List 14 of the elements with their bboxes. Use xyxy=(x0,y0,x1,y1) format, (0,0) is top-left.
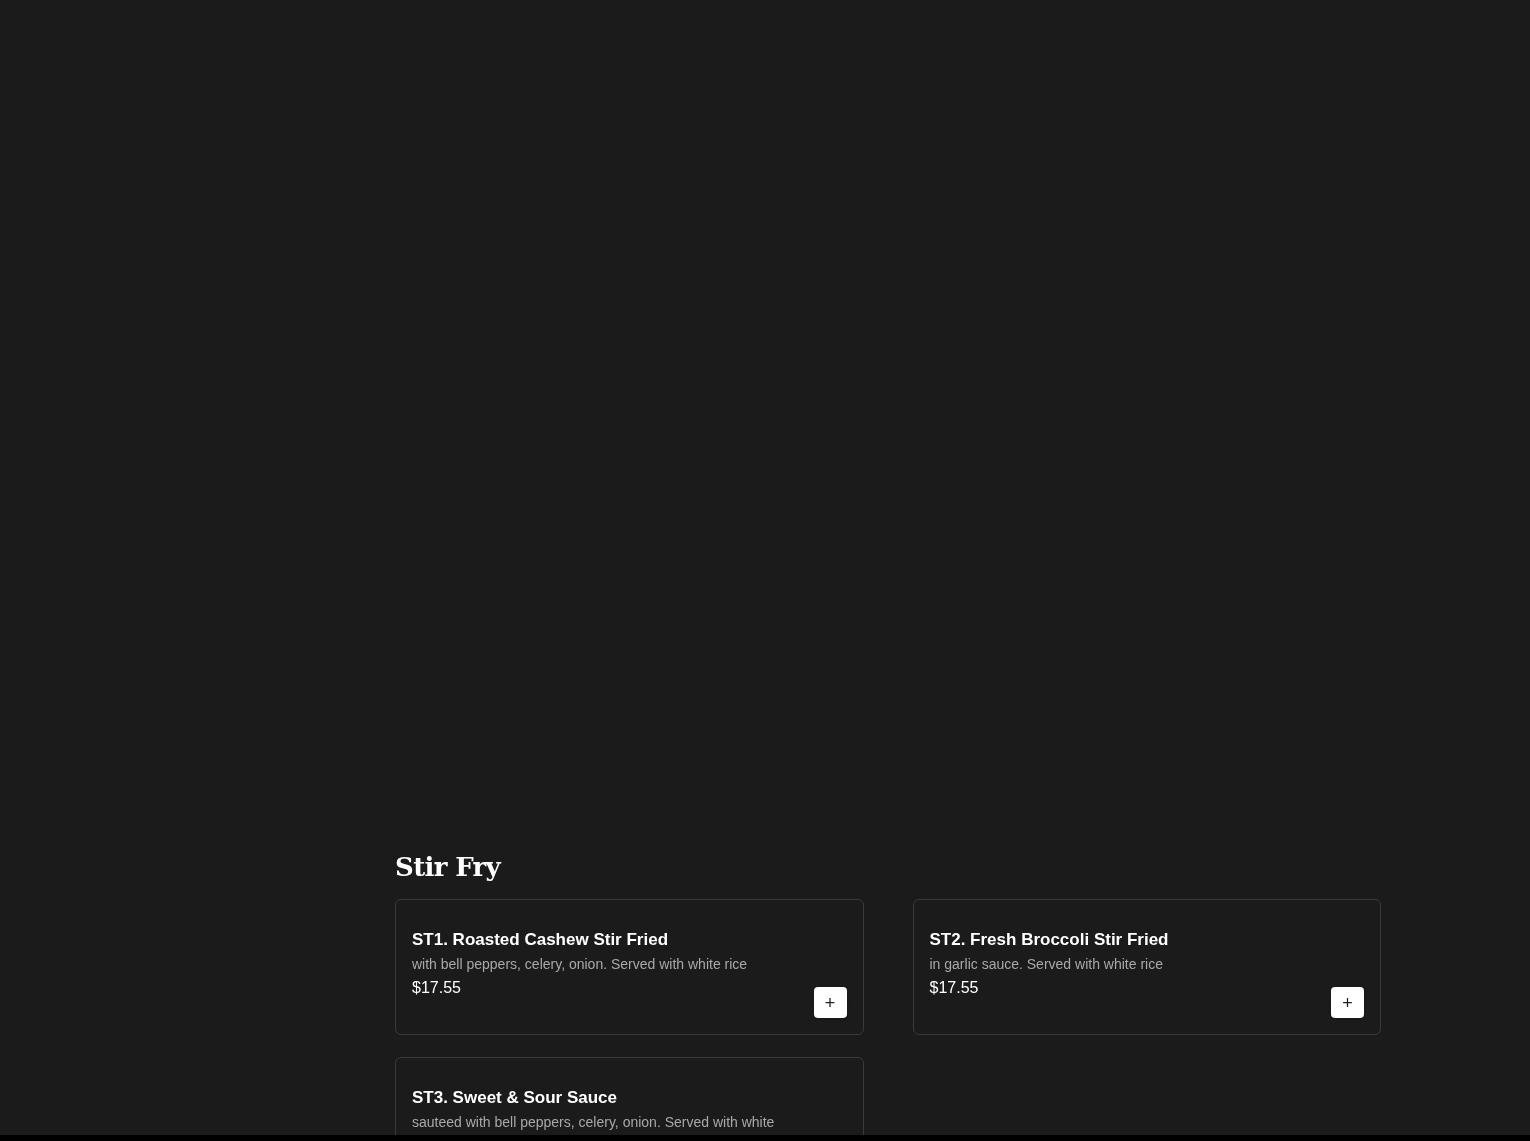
item-name: ST2. Fresh Broccoli Stir Fried xyxy=(929,929,1169,951)
item-description: with bell peppers, celery, onion. Served with white rice xyxy=(412,955,748,973)
section-heading: Stir Fry xyxy=(395,851,501,884)
item-description: sauteed with bell peppers, celery, onion. Served with white xyxy=(412,1113,775,1131)
item-price: $17.55 xyxy=(412,978,461,998)
item-name: ST3. Sweet & Sour Sauce xyxy=(412,1087,617,1109)
item-name: ST1. Roasted Cashew Stir Fried xyxy=(412,929,668,951)
menu-item-card[interactable]: ST3. Sweet & Sour Sauce sauteed with bell peppers, celery, onion. Served with white xyxy=(395,1057,864,1135)
item-description: in garlic sauce. Served with white rice xyxy=(929,955,1163,973)
item-price: $17.55 xyxy=(929,978,979,998)
menu-item-card[interactable]: ST1. Roasted Cashew Stir Fried with bell peppers, celery, onion. Served with white rice $17.55 + xyxy=(395,899,864,1035)
add-button[interactable]: + xyxy=(813,987,847,1018)
menu-item-card[interactable]: ST2. Fresh Broccoli Stir Fried in garlic sauce. Served with white rice $17.55 + xyxy=(912,899,1381,1035)
add-button[interactable]: + xyxy=(1331,987,1364,1018)
